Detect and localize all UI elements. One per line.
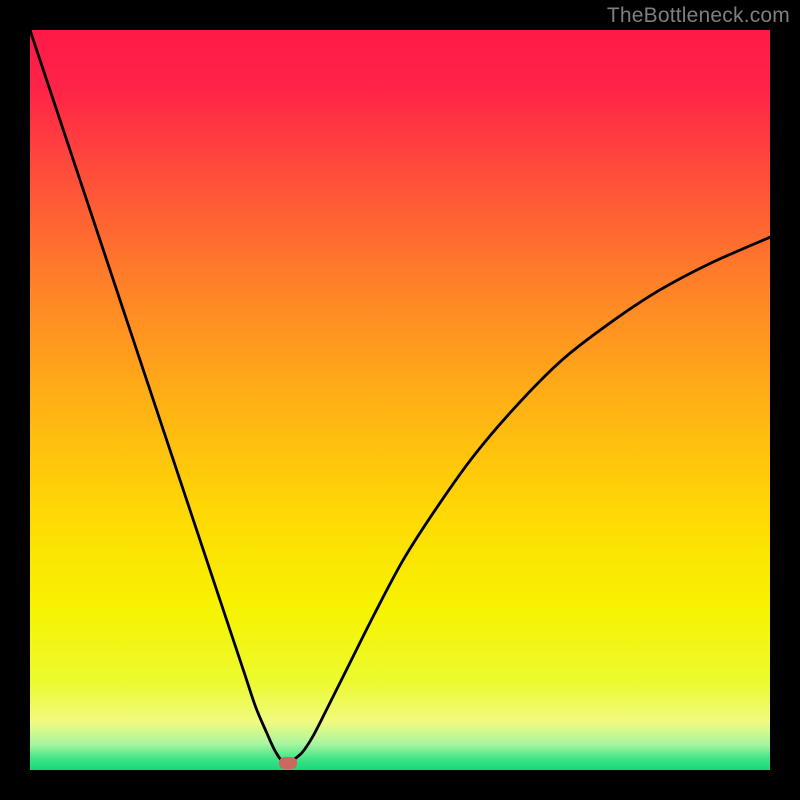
plot-area xyxy=(30,30,770,770)
chart-stage: TheBottleneck.com xyxy=(0,0,800,800)
watermark-text: TheBottleneck.com xyxy=(607,4,790,28)
minimum-marker xyxy=(279,757,297,769)
bottleneck-curve xyxy=(30,30,770,770)
